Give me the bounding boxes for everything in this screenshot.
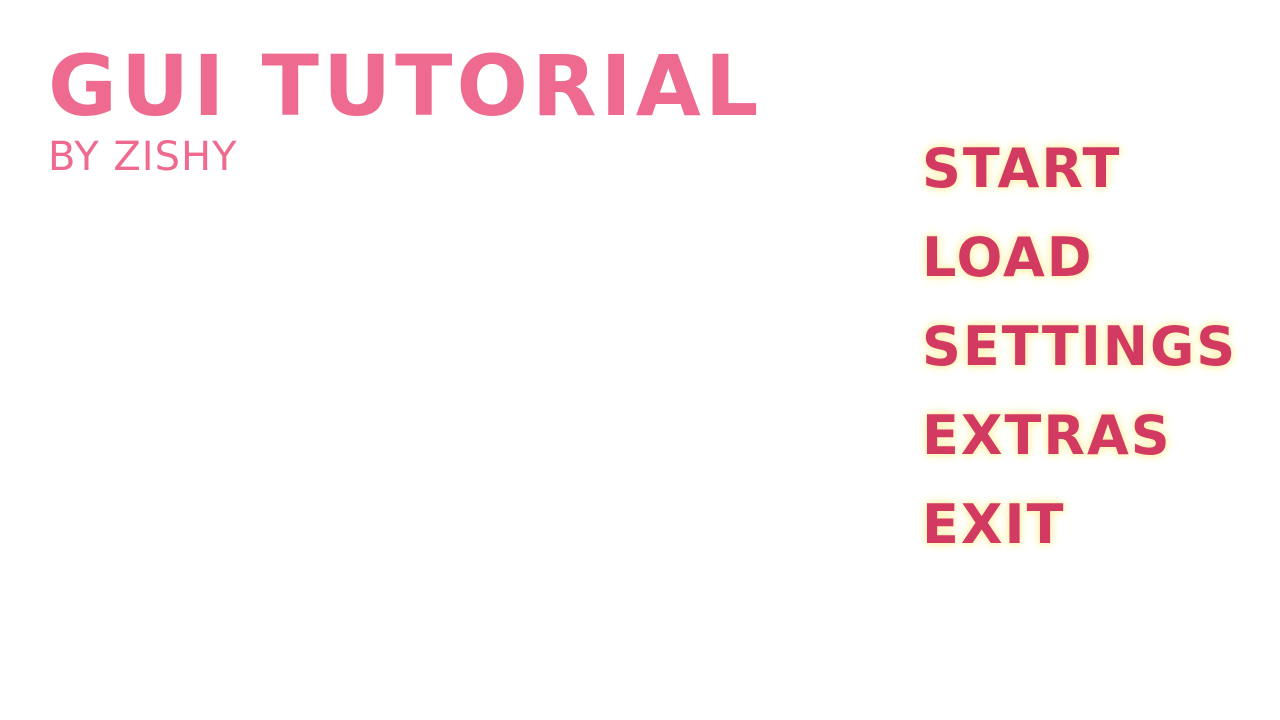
load-button[interactable]: LOAD [918,223,1241,312]
game-byline: BY ZISHY [48,134,238,180]
exit-button[interactable]: EXIT [918,490,1241,579]
main-menu: START LOAD SETTINGS EXTRAS EXIT [918,134,1241,579]
title-block: GUI TUTORIAL BY ZISHY [48,40,762,180]
start-button[interactable]: START [918,134,1241,223]
extras-button[interactable]: EXTRAS [918,401,1241,490]
game-title: GUI TUTORIAL [48,37,763,135]
settings-button[interactable]: SETTINGS [918,312,1241,401]
main-menu-screen: GUI TUTORIAL BY ZISHY START LOAD SETTING… [0,0,1280,720]
